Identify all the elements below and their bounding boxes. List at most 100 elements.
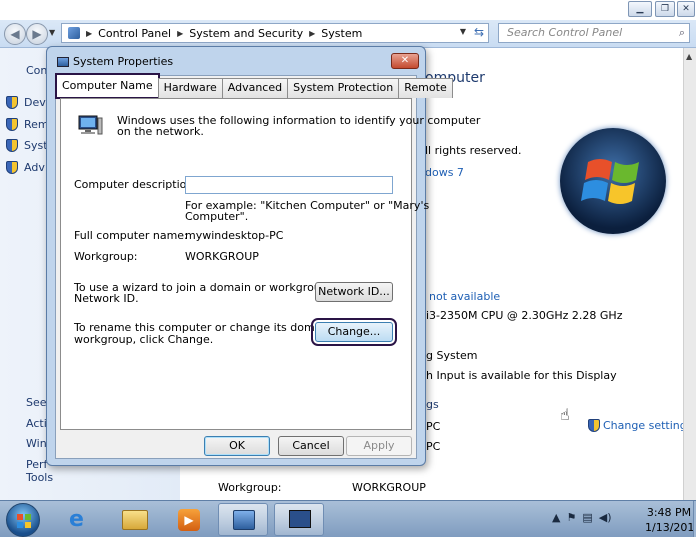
- example-text-line2: Computer".: [185, 210, 249, 223]
- processor-value: i3-2350M CPU @ 2.30GHz 2.28 GHz: [426, 309, 623, 322]
- start-button[interactable]: [6, 503, 40, 537]
- media-player-icon: ▶: [178, 509, 200, 531]
- folder-icon: [122, 510, 148, 530]
- workgroup-value: WORKGROUP: [352, 481, 426, 494]
- computer-settings-heading: gs: [426, 398, 439, 411]
- show-hidden-icons-icon[interactable]: ▲: [552, 511, 560, 524]
- network-icon[interactable]: ▤: [582, 511, 592, 524]
- see-also-windows-update[interactable]: Win: [26, 437, 47, 450]
- chevron-right-icon: ▶: [86, 28, 93, 38]
- ok-button[interactable]: OK: [204, 436, 270, 456]
- rating-not-available[interactable]: not available: [429, 290, 500, 303]
- scroll-up-icon[interactable]: ▲: [686, 52, 692, 61]
- left-link-system-protection[interactable]: Syst: [6, 139, 48, 152]
- computer-name-value: PC: [426, 420, 441, 433]
- workgroup-value: WORKGROUP: [185, 250, 259, 263]
- copyright-text: ll rights reserved.: [425, 144, 522, 157]
- search-icon[interactable]: ⌕: [679, 24, 685, 42]
- rename-text-line2: workgroup, click Change.: [74, 333, 214, 346]
- taskbar-control-panel[interactable]: [218, 503, 268, 536]
- taskbar-windows-explorer[interactable]: [110, 503, 160, 536]
- shield-icon: [6, 139, 18, 152]
- left-link-remote-settings[interactable]: Rem: [6, 118, 49, 131]
- dialog-title: System Properties: [57, 55, 173, 68]
- dialog-body: Computer Name Hardware Advanced System P…: [55, 73, 480, 459]
- apply-button: Apply: [346, 436, 412, 456]
- change-settings-link[interactable]: Change settings: [588, 419, 692, 432]
- clock-date: 1/13/2015: [645, 521, 696, 534]
- see-also-heading: See: [26, 396, 47, 409]
- action-center-flag-icon[interactable]: ⚑: [566, 511, 576, 524]
- windows-edition-link[interactable]: dows 7: [425, 166, 464, 179]
- dialog-close-button[interactable]: ✕: [391, 53, 419, 69]
- tab-hardware[interactable]: Hardware: [157, 78, 223, 98]
- taskbar-system-properties[interactable]: [274, 503, 324, 536]
- system-properties-dialog: System Properties ✕ Computer Name Hardwa…: [46, 46, 480, 466]
- computer-icon: [78, 115, 103, 135]
- full-computer-name-value: mywindesktop-PC: [185, 229, 284, 242]
- maximize-button[interactable]: ❐: [655, 1, 675, 17]
- network-id-button[interactable]: Network ID...: [315, 282, 393, 302]
- refresh-icon[interactable]: ⇆: [474, 25, 484, 39]
- windows-start-icon: [17, 514, 31, 528]
- search-input[interactable]: Search Control Panel ⌕: [498, 23, 690, 43]
- system-clock[interactable]: 3:48 PM 1/13/2015: [645, 505, 696, 535]
- left-link-label: Adv: [24, 161, 45, 174]
- left-link-label: Dev: [24, 96, 46, 109]
- left-pane-heading: Con: [26, 64, 48, 77]
- clock-time: 3:48 PM: [646, 506, 692, 519]
- cancel-button[interactable]: Cancel: [278, 436, 344, 456]
- breadcrumb[interactable]: ▶ Control Panel ▶ System and Security ▶ …: [61, 23, 489, 43]
- recent-pages-button[interactable]: ▼: [49, 28, 55, 37]
- control-panel-icon: [68, 27, 80, 39]
- shield-icon: [588, 419, 600, 432]
- intro-text-line2: on the network.: [117, 125, 204, 138]
- minimize-button[interactable]: ▁: [628, 1, 652, 17]
- computer-icon: [289, 510, 311, 528]
- system-properties-icon: [57, 56, 69, 67]
- close-window-button[interactable]: ✕: [677, 1, 695, 17]
- search-placeholder: Search Control Panel: [507, 26, 623, 39]
- taskbar-media-player[interactable]: ▶: [164, 503, 214, 536]
- chevron-right-icon: ▶: [309, 28, 316, 38]
- see-also-tools[interactable]: Tools: [26, 471, 53, 484]
- internet-explorer-icon: e: [69, 507, 84, 532]
- taskbar: e ▶ ▲ ⚑ ▤ ◀) 3:48 PM 1/13/2015: [0, 500, 696, 537]
- taskbar-internet-explorer[interactable]: e: [56, 503, 106, 536]
- shield-icon: [6, 96, 18, 109]
- workgroup-label: Workgroup:: [74, 250, 138, 263]
- mouse-cursor-icon: ☝: [560, 405, 570, 424]
- volume-icon[interactable]: ◀): [599, 511, 612, 524]
- full-computer-name-value: PC: [426, 440, 441, 453]
- left-link-advanced-settings[interactable]: Adv: [6, 161, 45, 174]
- back-button[interactable]: ◀: [4, 23, 26, 45]
- notification-area: ▲ ⚑ ▤ ◀): [552, 511, 612, 524]
- tab-advanced[interactable]: Advanced: [221, 78, 289, 98]
- left-link-device-manager[interactable]: Dev: [6, 96, 46, 109]
- change-settings-label: Change settings: [603, 419, 693, 432]
- forward-arrow-icon: ▶: [32, 27, 42, 41]
- forward-button[interactable]: ▶: [26, 23, 48, 45]
- change-button[interactable]: Change...: [311, 318, 397, 346]
- vertical-scrollbar[interactable]: ▲: [683, 48, 696, 500]
- tab-computer-name[interactable]: Computer Name: [55, 73, 160, 99]
- breadcrumb-item[interactable]: System and Security: [189, 27, 303, 40]
- computer-description-input[interactable]: [185, 176, 393, 194]
- computer-description-label: Computer description:: [74, 178, 198, 191]
- see-also-action-center[interactable]: Acti: [26, 417, 47, 430]
- breadcrumb-item[interactable]: Control Panel: [98, 27, 171, 40]
- windows-logo: [560, 128, 666, 234]
- chevron-down-icon[interactable]: ▼: [460, 27, 466, 36]
- left-link-label: Syst: [24, 139, 48, 152]
- breadcrumb-item[interactable]: System: [321, 27, 362, 40]
- full-computer-name-label: Full computer name:: [74, 229, 188, 242]
- control-panel-icon: [233, 510, 255, 530]
- tab-remote[interactable]: Remote: [398, 78, 453, 98]
- see-also-performance[interactable]: Perf: [26, 458, 47, 471]
- workgroup-label: Workgroup:: [218, 481, 282, 494]
- shield-icon: [6, 161, 18, 174]
- chevron-right-icon: ▶: [177, 28, 184, 38]
- dialog-title-text: System Properties: [73, 55, 174, 68]
- back-arrow-icon: ◀: [10, 27, 20, 41]
- tab-system-protection[interactable]: System Protection: [287, 78, 400, 98]
